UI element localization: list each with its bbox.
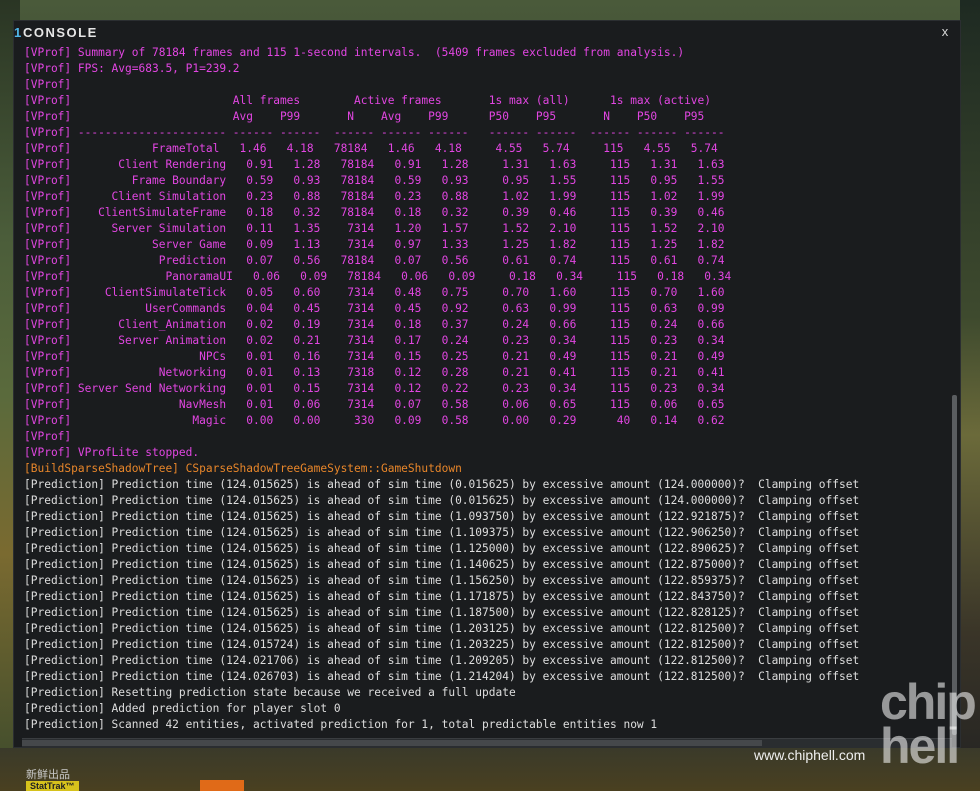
log-line: [VProf] xyxy=(24,78,72,91)
log-line: [VProf] Networking 0.01 0.13 7318 0.12 0… xyxy=(24,366,725,379)
log-line: [Prediction] Prediction time (124.026703… xyxy=(24,670,860,683)
log-line: [VProf] PanoramaUI 0.06 0.09 78184 0.06 … xyxy=(24,270,732,283)
log-line: [Prediction] Prediction time (124.015625… xyxy=(24,542,860,555)
log-line: [VProf] FrameTotal 1.46 4.18 78184 1.46 … xyxy=(24,142,718,155)
log-line: [VProf] Prediction 0.07 0.56 78184 0.07 … xyxy=(24,254,725,267)
log-line: [VProf] NPCs 0.01 0.16 7314 0.15 0.25 0.… xyxy=(24,350,725,363)
log-line: [Prediction] Added prediction for player… xyxy=(24,702,341,715)
log-line: [Prediction] Prediction time (124.015625… xyxy=(24,574,860,587)
close-icon[interactable]: x xyxy=(938,24,952,39)
log-line: [VProf] Server Simulation 0.11 1.35 7314… xyxy=(24,222,725,235)
watermark-logo: chip hell xyxy=(880,677,977,774)
console-titlebar[interactable]: 1 CONSOLE x xyxy=(14,21,960,45)
log-line: [Prediction] Resetting prediction state … xyxy=(24,686,516,699)
watermark-url: www.chiphell.com xyxy=(754,747,866,763)
log-line: [VProf] ClientSimulateFrame 0.18 0.32 78… xyxy=(24,206,725,219)
console-title: CONSOLE xyxy=(23,25,98,40)
log-line: [VProf] FPS: Avg=683.5, P1=239.2 xyxy=(24,62,240,75)
horizontal-scrollbar-thumb[interactable] xyxy=(22,740,762,746)
log-line: [Prediction] Prediction time (124.015625… xyxy=(24,478,860,491)
log-line: [Prediction] Prediction time (124.015625… xyxy=(24,494,860,507)
log-line: [VProf] Magic 0.00 0.00 330 0.09 0.58 0.… xyxy=(24,414,725,427)
log-line: [Prediction] Prediction time (124.015625… xyxy=(24,558,860,571)
log-line: [VProf] ---------------------- ------ --… xyxy=(24,126,725,139)
log-line: [BuildSparseShadowTree] CSparseShadowTre… xyxy=(24,462,462,475)
background-orange-button xyxy=(200,780,244,791)
log-line: [VProf] xyxy=(24,430,72,443)
log-line: [VProf] VProfLite stopped. xyxy=(24,446,200,459)
console-log: [VProf] Summary of 78184 frames and 115 … xyxy=(24,45,949,738)
log-line: [VProf] Avg P99 N Avg P99 P50 P95 N P50 … xyxy=(24,110,705,123)
log-line: [VProf] ClientSimulateTick 0.05 0.60 731… xyxy=(24,286,725,299)
console-window: 1 CONSOLE x [VProf] Summary of 78184 fra… xyxy=(13,20,961,748)
log-line: [Prediction] Prediction time (124.015724… xyxy=(24,638,860,651)
stattrak-badge: StatTrak™ xyxy=(26,781,79,791)
log-line: [Prediction] Prediction time (124.015625… xyxy=(24,510,860,523)
log-line: [VProf] NavMesh 0.01 0.06 7314 0.07 0.58… xyxy=(24,398,725,411)
log-line: [VProf] Client Simulation 0.23 0.88 7818… xyxy=(24,190,725,203)
log-line: [Prediction] Prediction time (124.015625… xyxy=(24,606,860,619)
log-line: [Prediction] Prediction time (124.015625… xyxy=(24,590,860,603)
log-line: [Prediction] Prediction time (124.015625… xyxy=(24,622,860,635)
log-line: [VProf] Frame Boundary 0.59 0.93 78184 0… xyxy=(24,174,725,187)
game-background-right xyxy=(960,0,980,791)
log-line: [VProf] Client Rendering 0.91 1.28 78184… xyxy=(24,158,725,171)
console-scrollbar[interactable] xyxy=(950,45,958,738)
log-line: [VProf] Server Send Networking 0.01 0.15… xyxy=(24,382,725,395)
log-line: [VProf] Server Game 0.09 1.13 7314 0.97 … xyxy=(24,238,725,251)
log-line: [VProf] Client_Animation 0.02 0.19 7314 … xyxy=(24,318,725,331)
log-line: [VProf] Summary of 78184 frames and 115 … xyxy=(24,46,685,59)
log-line: [Prediction] Scanned 42 entities, activa… xyxy=(24,718,658,731)
log-line: [VProf] UserCommands 0.04 0.45 7314 0.45… xyxy=(24,302,725,315)
log-line: [VProf] Server Animation 0.02 0.21 7314 … xyxy=(24,334,725,347)
log-line: [Prediction] Prediction time (124.021706… xyxy=(24,654,860,667)
console-title-number: 1 xyxy=(14,25,22,40)
log-line: [VProf] All frames Active frames 1s max … xyxy=(24,94,712,107)
watermark-logo-line2: hell xyxy=(880,718,960,774)
background-caption: 新鲜出品 xyxy=(26,769,70,781)
log-line: [Prediction] Prediction time (124.015625… xyxy=(24,526,860,539)
